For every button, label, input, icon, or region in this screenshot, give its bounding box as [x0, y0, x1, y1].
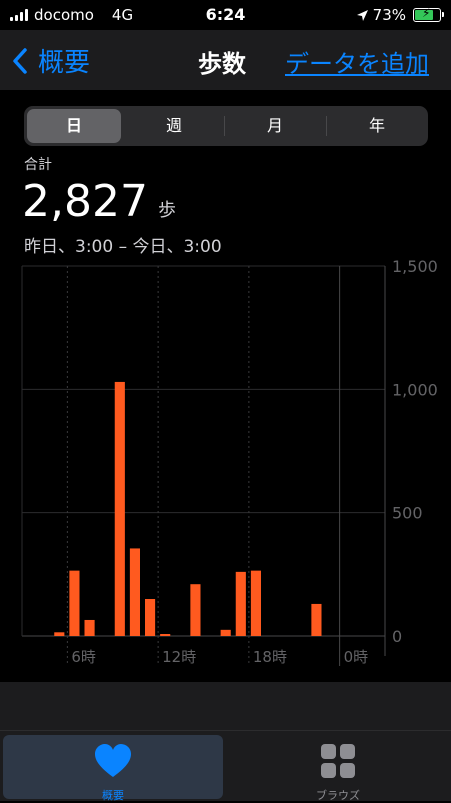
chart-bar — [114, 381, 125, 636]
tab-bar: 概要 ブラウズ — [0, 730, 451, 802]
chart-bar — [190, 584, 201, 636]
y-tick-label: 1,000 — [392, 380, 438, 399]
x-tick-label: 12時 — [162, 648, 196, 666]
heart-icon — [95, 744, 131, 777]
grid-icon — [321, 744, 355, 778]
chart-bar — [84, 619, 95, 636]
y-tick-label: 0 — [392, 627, 402, 646]
tab-summary-label: 概要 — [102, 789, 124, 802]
x-tick-label: 0時 — [344, 648, 369, 666]
chart-bar — [54, 632, 65, 636]
y-tick-label: 500 — [392, 504, 423, 523]
chart-bar — [311, 603, 322, 636]
x-tick-label: 6時 — [71, 648, 96, 666]
chart-bar — [220, 629, 231, 636]
tab-summary[interactable]: 概要 — [3, 735, 223, 802]
steps-chart[interactable]: 1,500 1,000 500 0 6時 12時 18時 0時 — [0, 0, 451, 680]
y-tick-label: 1,500 — [392, 257, 438, 276]
tab-browse-label: ブラウズ — [316, 789, 360, 802]
chart-bar — [145, 599, 156, 636]
chart-bar — [160, 634, 171, 636]
chart-bar — [235, 571, 246, 636]
lower-panel — [0, 682, 451, 730]
chart-bar — [129, 548, 140, 636]
chart-bar — [69, 570, 80, 636]
tab-browse[interactable]: ブラウズ — [228, 735, 448, 802]
chart-bar — [250, 570, 261, 636]
x-tick-label: 18時 — [253, 648, 287, 666]
